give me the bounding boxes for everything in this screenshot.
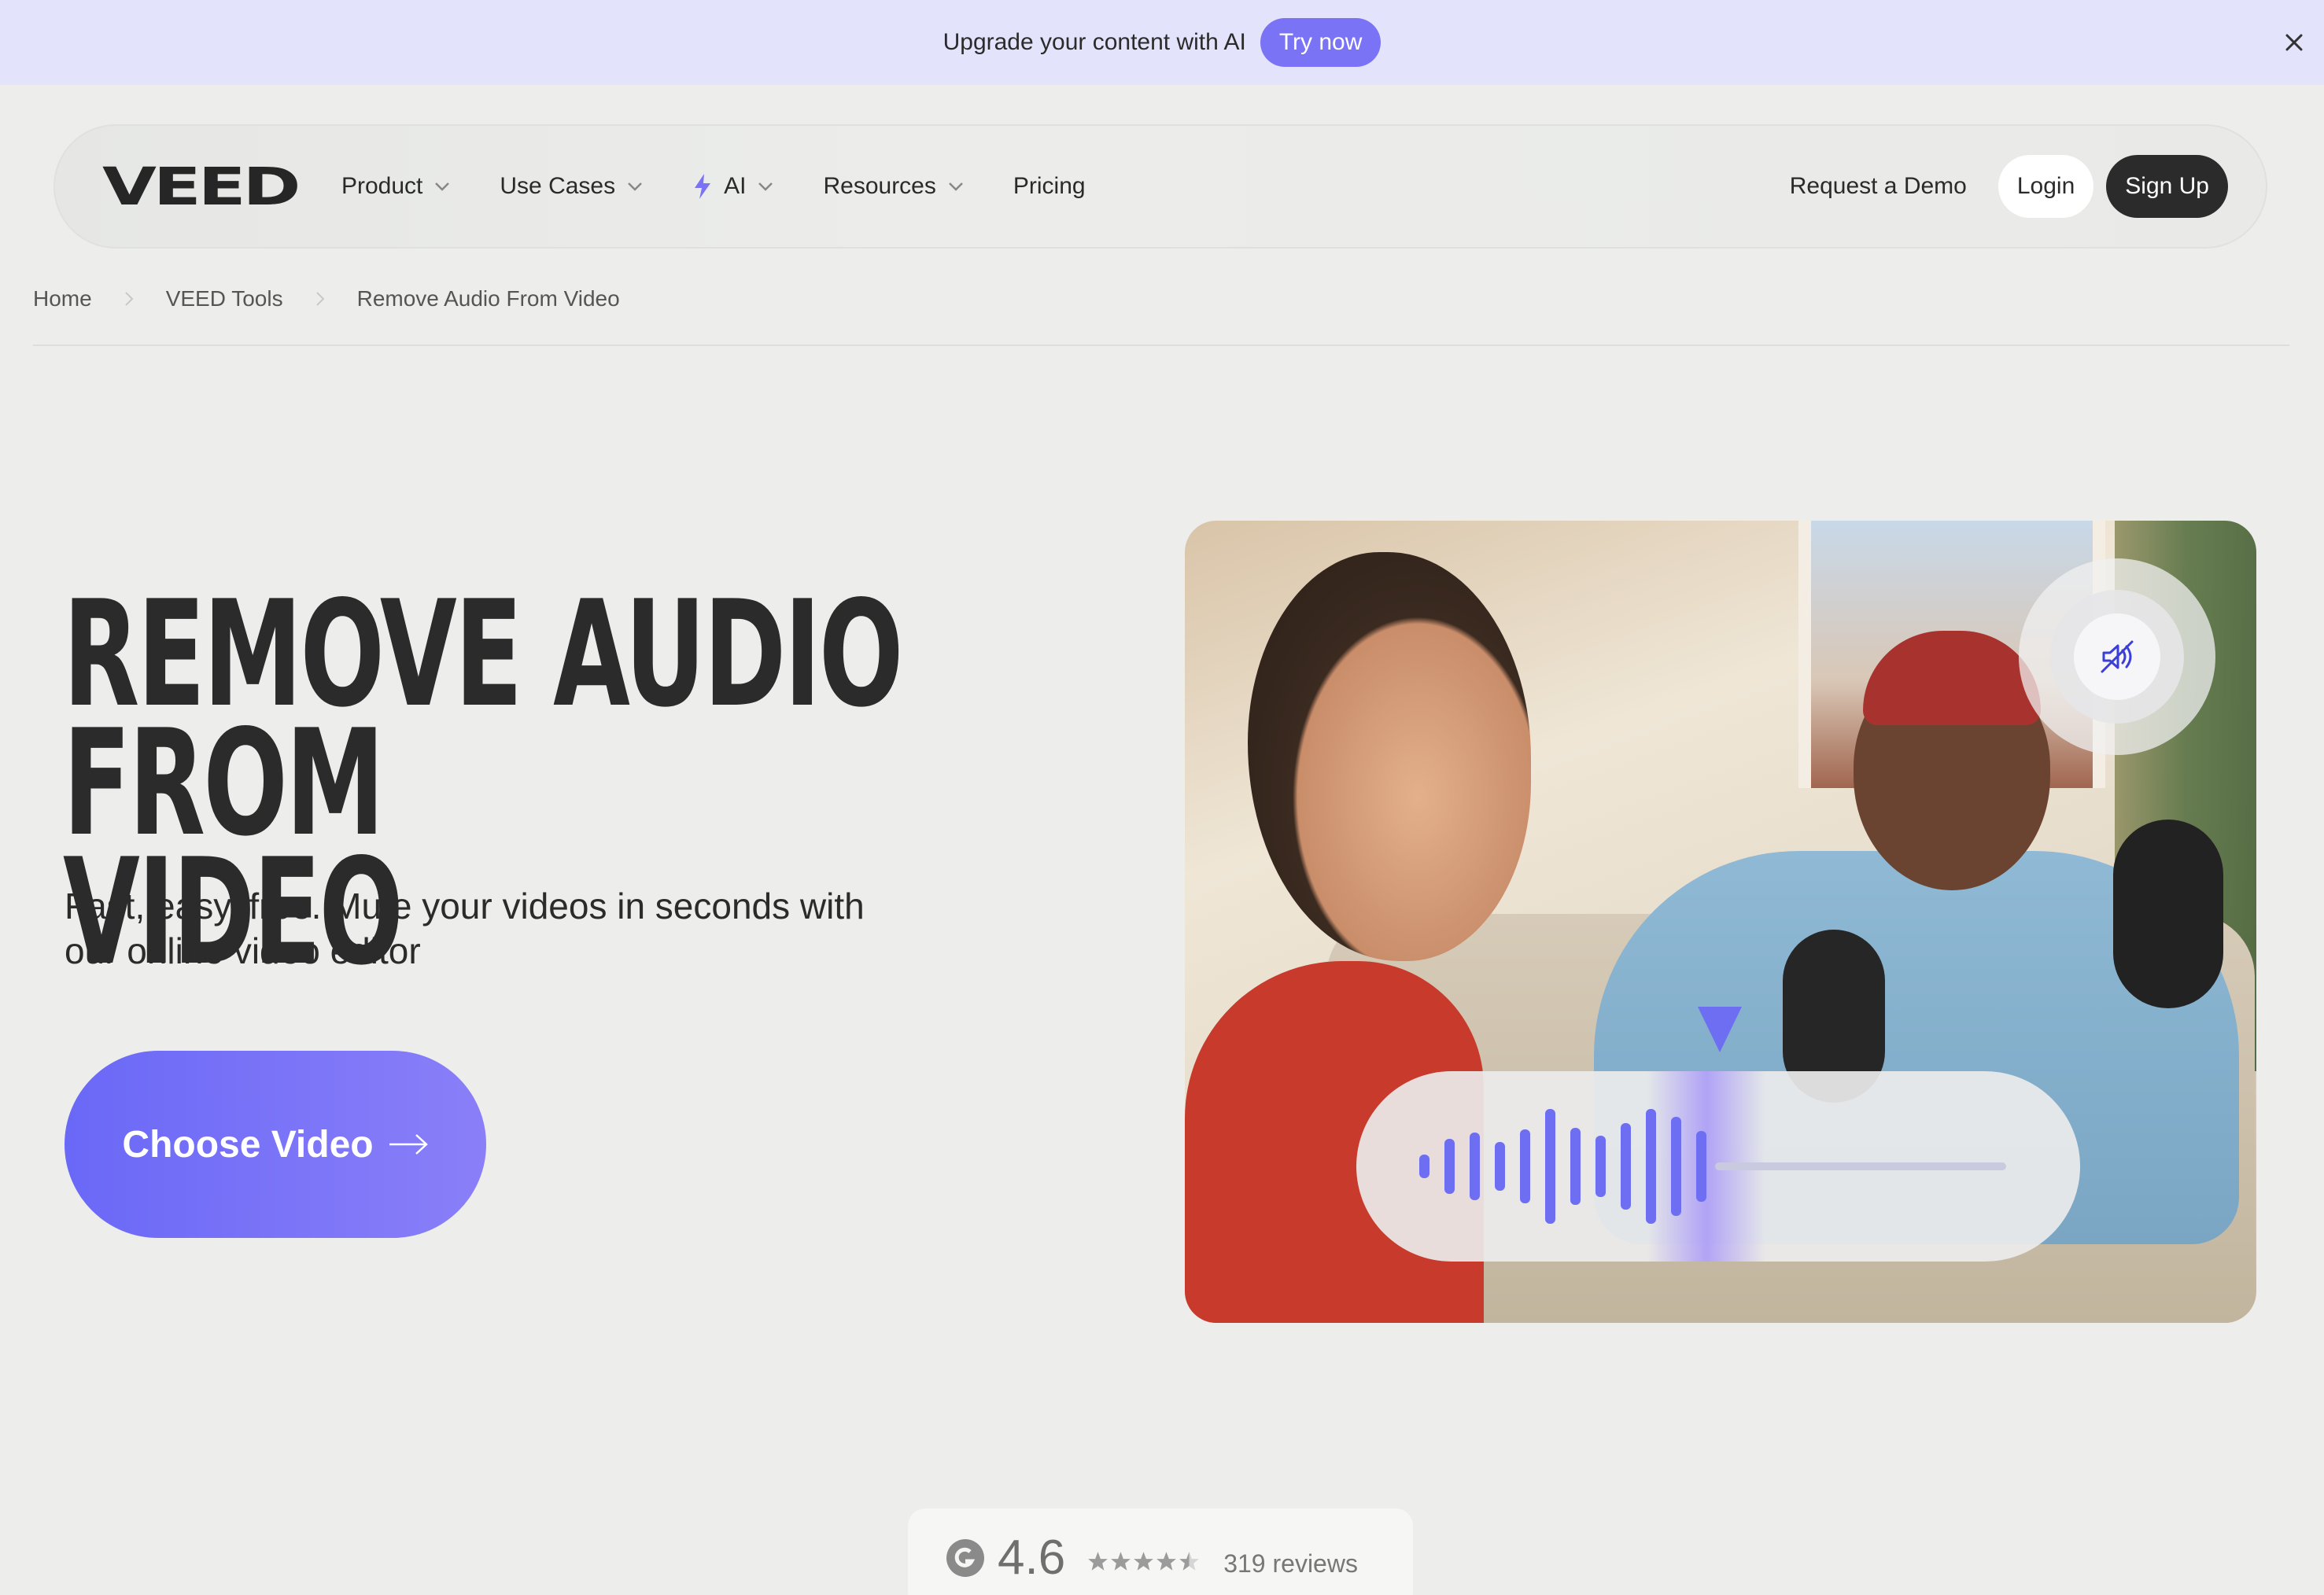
star-icon [1111,1552,1131,1571]
rating-badge[interactable]: 4.6 319 reviews [908,1508,1413,1595]
star-icon [1088,1552,1109,1571]
nav-menu: Product Use Cases AI Resources Pricing [341,173,1134,200]
breadcrumb-divider [33,344,2289,346]
waveform-bars [1419,1109,2006,1224]
nav-actions: Request a Demo Login Sign Up [1790,155,2228,218]
hero-subtitle-line: our online video editor [65,930,421,971]
nav-item-product[interactable]: Product [341,173,451,200]
breadcrumb-home[interactable]: Home [33,286,92,311]
playhead-icon [1698,1007,1742,1052]
chevron-right-icon [315,292,325,306]
rating-stars [1087,1551,1200,1572]
hero-image [1185,521,2256,1323]
arrow-right-icon [389,1134,428,1155]
review-count: 319 reviews [1223,1549,1358,1578]
audio-waveform [1356,1071,2080,1262]
breadcrumb-current: Remove Audio From Video [356,286,620,311]
g2-logo-icon [946,1539,984,1577]
try-now-button[interactable]: Try now [1260,18,1381,67]
rating-score: 4.6 [998,1531,1066,1585]
request-demo-link[interactable]: Request a Demo [1790,173,1967,200]
nav-item-resources[interactable]: Resources [823,173,964,200]
nav-item-label: Use Cases [500,173,616,199]
lightning-icon [695,174,711,199]
promo-banner: Upgrade your content with AI Try now [0,0,2324,85]
close-icon[interactable] [2280,28,2308,57]
star-icon [1156,1552,1177,1571]
nav-item-pricing[interactable]: Pricing [1013,173,1086,200]
chevron-down-icon [435,182,450,191]
mute-audio-icon [2101,640,2134,673]
main-nav: VEED Product Use Cases AI Resources Pric… [53,124,2267,249]
breadcrumb: Home VEED Tools Remove Audio From Video [33,286,620,311]
nav-item-label: Pricing [1013,173,1086,199]
hero-subtitle: Fast, easy, free. Mute your videos in se… [65,884,969,974]
chevron-down-icon [948,182,963,191]
chevron-down-icon [628,182,642,191]
chevron-right-icon [124,292,134,306]
mute-button [2074,613,2160,700]
choose-video-label: Choose Video [122,1123,374,1166]
nav-item-label: Product [341,173,423,199]
login-button[interactable]: Login [1998,155,2094,218]
person-left-head [1248,552,1531,961]
choose-video-button[interactable]: Choose Video [65,1051,486,1238]
nav-item-use-cases[interactable]: Use Cases [500,173,644,200]
star-half-icon [1179,1552,1200,1571]
nav-item-ai[interactable]: AI [692,173,774,200]
veed-logo[interactable]: VEED [102,157,338,217]
nav-item-label: AI [724,173,747,199]
breadcrumb-veed-tools[interactable]: VEED Tools [166,286,283,311]
star-icon [1134,1552,1154,1571]
hero-subtitle-line: Fast, easy, free. Mute your videos in se… [65,886,865,926]
promo-text: Upgrade your content with AI [943,29,1246,55]
chevron-down-icon [758,182,773,191]
signup-button[interactable]: Sign Up [2106,155,2228,218]
microphone [2113,820,2223,1008]
page-title-line: REMOVE AUDIO FROM [63,569,903,868]
nav-item-label: Resources [823,173,936,199]
